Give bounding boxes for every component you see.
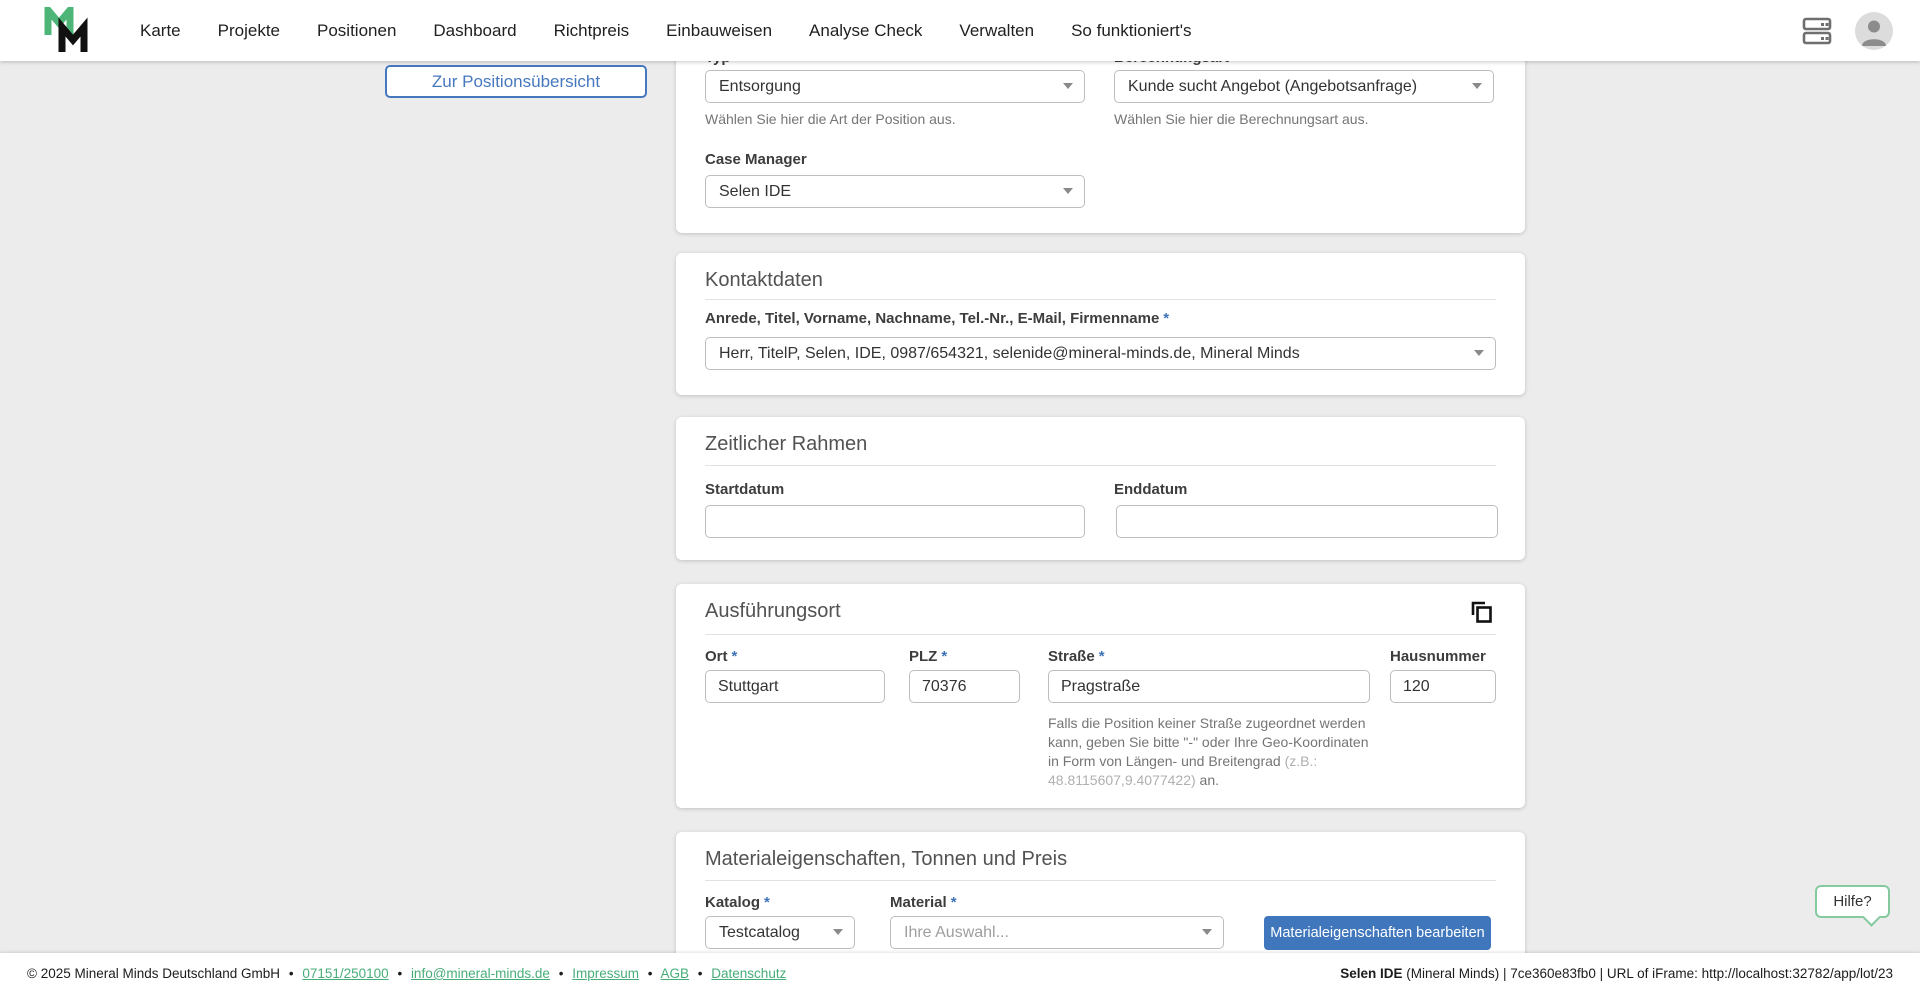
nav-item-dashboard[interactable]: Dashboard xyxy=(433,21,516,41)
material-label: Material* xyxy=(890,894,957,911)
chevron-down-icon xyxy=(1202,929,1212,935)
katalog-select-value: Testcatalog xyxy=(719,924,800,942)
nav-item-einbauweisen[interactable]: Einbauweisen xyxy=(666,21,772,41)
card-kontaktdaten: Kontaktdaten Anrede, Titel, Vorname, Nac… xyxy=(676,253,1525,395)
nav-item-so-funktionierts[interactable]: So funktioniert's xyxy=(1071,21,1191,41)
nav-item-positionen[interactable]: Positionen xyxy=(317,21,396,41)
footer: © 2025 Mineral Minds Deutschland GmbH • … xyxy=(0,953,1920,994)
card-ausfuehrungsort: Ausführungsort Ort* PLZ* Straße* Hausnum… xyxy=(676,584,1525,808)
kontakt-label: Anrede, Titel, Vorname, Nachname, Tel.-N… xyxy=(705,310,1169,327)
chevron-down-icon xyxy=(833,929,843,935)
nav-item-analyse-check[interactable]: Analyse Check xyxy=(809,21,922,41)
kontakt-select[interactable]: Herr, TitelP, Selen, IDE, 0987/654321, s… xyxy=(705,337,1496,370)
required-mark: * xyxy=(764,894,770,911)
startdatum-input[interactable] xyxy=(705,505,1085,538)
footer-link-phone[interactable]: 07151/250100 xyxy=(302,966,388,981)
ausfuehrungsort-title: Ausführungsort xyxy=(705,600,841,623)
required-mark: * xyxy=(732,648,738,665)
copy-button[interactable] xyxy=(1463,594,1499,630)
navbar-right xyxy=(1801,0,1893,61)
kontaktdaten-title: Kontaktdaten xyxy=(705,269,823,292)
strasse-helper: Falls die Position keiner Straße zugeord… xyxy=(1048,714,1378,790)
divider xyxy=(705,465,1496,466)
footer-session-details: (Mineral Minds) | 7ce360e83fb0 | URL of … xyxy=(1402,966,1893,981)
footer-link-impressum[interactable]: Impressum xyxy=(572,966,639,981)
footer-link-email[interactable]: info@mineral-minds.de xyxy=(411,966,550,981)
mineral-minds-logo[interactable] xyxy=(44,7,92,55)
plz-label: PLZ* xyxy=(909,648,947,665)
zeitlicher-rahmen-title: Zeitlicher Rahmen xyxy=(705,433,867,456)
server-icon[interactable] xyxy=(1801,15,1833,47)
case-manager-label: Case Manager xyxy=(705,151,807,168)
divider xyxy=(705,880,1496,881)
nav-item-projekte[interactable]: Projekte xyxy=(218,21,280,41)
hausnummer-label: Hausnummer xyxy=(1390,648,1486,665)
top-navbar: Karte Projekte Positionen Dashboard Rich… xyxy=(0,0,1920,61)
katalog-label: Katalog* xyxy=(705,894,770,911)
copy-icon xyxy=(1468,599,1495,626)
divider xyxy=(705,299,1496,300)
footer-user-name: Selen IDE xyxy=(1340,966,1402,981)
required-mark: * xyxy=(1099,648,1105,665)
material-title: Materialeigenschaften, Tonnen und Preis xyxy=(705,848,1067,871)
divider xyxy=(705,634,1496,635)
case-manager-select[interactable]: Selen IDE xyxy=(705,175,1085,208)
strasse-label: Straße* xyxy=(1048,648,1105,665)
required-mark: * xyxy=(1163,310,1169,327)
nav-item-verwalten[interactable]: Verwalten xyxy=(959,21,1034,41)
berechnungsart-helper: Wählen Sie hier die Berechnungsart aus. xyxy=(1114,111,1368,127)
footer-left: © 2025 Mineral Minds Deutschland GmbH • … xyxy=(27,966,786,981)
help-button[interactable]: Hilfe? xyxy=(1815,885,1890,918)
berechnungsart-select-value: Kunde sucht Angebot (Angebotsanfrage) xyxy=(1128,78,1417,96)
copyright-text: © 2025 Mineral Minds Deutschland GmbH xyxy=(27,966,280,981)
chevron-down-icon xyxy=(1472,83,1482,89)
help-button-label: Hilfe? xyxy=(1833,893,1871,910)
back-to-positions-button[interactable]: Zur Positionsübersicht xyxy=(385,65,647,98)
user-avatar[interactable] xyxy=(1855,12,1893,50)
katalog-select[interactable]: Testcatalog xyxy=(705,916,855,949)
ort-input[interactable] xyxy=(705,670,885,703)
person-icon xyxy=(1855,12,1893,50)
material-select-placeholder: Ihre Auswahl... xyxy=(904,924,1009,942)
chevron-down-icon xyxy=(1063,83,1073,89)
positionsart-select[interactable]: Entsorgung xyxy=(705,70,1085,103)
berechnungsart-select[interactable]: Kunde sucht Angebot (Angebotsanfrage) xyxy=(1114,70,1494,103)
help-bubble-tail xyxy=(1862,908,1880,926)
footer-session-info: Selen IDE (Mineral Minds) | 7ce360e83fb0… xyxy=(1340,966,1893,981)
footer-link-agb[interactable]: AGB xyxy=(661,966,690,981)
case-manager-select-value: Selen IDE xyxy=(719,183,791,201)
required-mark: * xyxy=(951,894,957,911)
kontakt-select-value: Herr, TitelP, Selen, IDE, 0987/654321, s… xyxy=(719,345,1300,363)
strasse-input[interactable] xyxy=(1048,670,1370,703)
plz-input[interactable] xyxy=(909,670,1020,703)
berechnungsart-label-clipped: Berechnungsart xyxy=(1114,60,1294,67)
app-screen: Typ Berechnungsart Entsorgung Kunde such… xyxy=(0,0,1920,994)
material-select[interactable]: Ihre Auswahl... xyxy=(890,916,1224,949)
nav-item-richtpreis[interactable]: Richtpreis xyxy=(554,21,630,41)
chevron-down-icon xyxy=(1474,350,1484,356)
typ-label-clipped: Typ xyxy=(705,60,825,67)
hausnummer-input[interactable] xyxy=(1390,670,1496,703)
enddatum-label: Enddatum xyxy=(1114,481,1187,498)
nav-menu: Karte Projekte Positionen Dashboard Rich… xyxy=(140,0,1192,61)
positionsart-helper: Wählen Sie hier die Art der Position aus… xyxy=(705,111,956,127)
positionsart-select-value: Entsorgung xyxy=(719,78,801,96)
required-mark: * xyxy=(941,648,947,665)
nav-item-karte[interactable]: Karte xyxy=(140,21,181,41)
material-edit-button[interactable]: Materialeigenschaften bearbeiten xyxy=(1264,916,1491,950)
ort-label: Ort* xyxy=(705,648,737,665)
startdatum-label: Startdatum xyxy=(705,481,784,498)
enddatum-input[interactable] xyxy=(1116,505,1498,538)
footer-link-datenschutz[interactable]: Datenschutz xyxy=(711,966,786,981)
card-zeitlicher-rahmen: Zeitlicher Rahmen Startdatum Enddatum xyxy=(676,417,1525,560)
chevron-down-icon xyxy=(1063,188,1073,194)
